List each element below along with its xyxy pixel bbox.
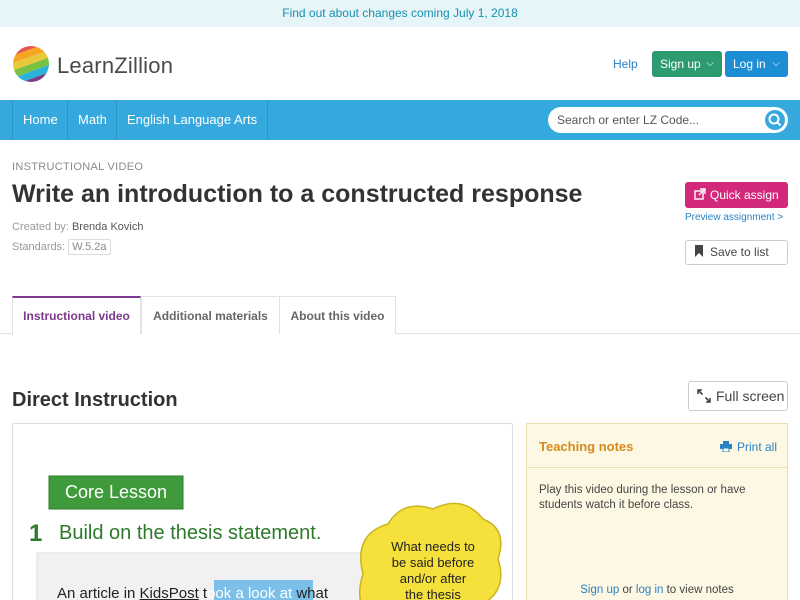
fullscreen-label: Full screen xyxy=(716,388,785,404)
teaching-notes-header: Teaching notes Print all xyxy=(527,424,787,468)
login-label: Log in xyxy=(733,57,766,71)
bookmark-icon xyxy=(695,245,703,257)
tab-additional-materials[interactable]: Additional materials xyxy=(141,296,280,334)
quick-assign-label: Quick assign xyxy=(710,188,779,202)
notes-signup-link[interactable]: Sign up xyxy=(580,584,619,596)
teaching-notes-footer: Sign up or log in to view notes xyxy=(527,584,787,596)
learnzillion-logo-icon[interactable] xyxy=(12,45,50,83)
announcement-bar[interactable]: Find out about changes coming July 1, 20… xyxy=(0,0,800,27)
author-name: Brenda Kovich xyxy=(71,221,144,233)
help-link[interactable]: Help xyxy=(613,57,638,71)
video-bubble-line-2: be said before xyxy=(392,555,474,570)
preview-assignment-link[interactable]: Preview assignment > xyxy=(685,212,783,223)
quick-assign-button[interactable]: Quick assign xyxy=(685,182,788,208)
standard-badge[interactable]: W.5.2a xyxy=(68,239,111,255)
content-type-label: INSTRUCTIONAL VIDEO xyxy=(12,161,144,173)
video-step-number: 1 xyxy=(29,520,42,547)
teaching-notes-panel: Teaching notes Print all Play this video… xyxy=(526,423,788,600)
video-badge-text: Core Lesson xyxy=(65,482,167,502)
content-tabs: Instructional video Additional materials… xyxy=(0,296,800,335)
signup-label: Sign up xyxy=(660,57,701,71)
standards: Standards: W.5.2a xyxy=(12,239,111,255)
nav-item-ela[interactable]: English Language Arts xyxy=(116,100,269,140)
created-by: Created by: Brenda Kovich xyxy=(12,221,143,233)
chevron-down-icon: ⌵ xyxy=(772,58,780,69)
expand-icon xyxy=(697,389,711,403)
page-title: Write an introduction to a constructed r… xyxy=(12,180,583,208)
search-input[interactable] xyxy=(557,107,757,133)
main-nav: Home Math English Language Arts xyxy=(0,100,800,140)
top-header: LearnZillion Help Sign up ⌵ Log in ⌵ xyxy=(0,27,800,100)
teaching-notes-title: Teaching notes xyxy=(539,439,634,454)
fullscreen-button[interactable]: Full screen xyxy=(688,381,788,411)
section-title: Direct Instruction xyxy=(12,389,178,411)
video-bubble-line-3: and/or after xyxy=(400,571,467,586)
teaching-notes-body: Play this video during the lesson or hav… xyxy=(539,484,746,511)
created-by-label: Created by: xyxy=(12,221,69,233)
video-bubble-line-4: the thesis xyxy=(405,587,461,600)
nav-item-home[interactable]: Home xyxy=(12,100,68,140)
print-all-label: Print all xyxy=(737,440,778,454)
printer-icon xyxy=(720,441,732,453)
login-button[interactable]: Log in ⌵ xyxy=(725,51,788,77)
video-article-text: An article in KidsPost took a look at wh… xyxy=(57,585,329,600)
video-bubble-line-1: What needs to xyxy=(391,539,475,554)
notes-or-text: or xyxy=(622,584,633,596)
standards-label: Standards: xyxy=(12,241,66,253)
save-to-list-button[interactable]: Save to list xyxy=(685,240,788,265)
video-player[interactable]: Core Lesson 1 Build on the thesis statem… xyxy=(12,423,513,600)
brand-name[interactable]: LearnZillion xyxy=(57,53,173,79)
notes-view-text: to view notes xyxy=(666,584,734,596)
tab-instructional-video[interactable]: Instructional video xyxy=(12,296,141,335)
search-box xyxy=(548,107,788,133)
nav-item-math[interactable]: Math xyxy=(67,100,117,140)
notes-login-link[interactable]: log in xyxy=(636,584,664,596)
search-icon xyxy=(768,113,782,127)
chevron-down-icon: ⌵ xyxy=(706,58,714,69)
tab-about-video[interactable]: About this video xyxy=(279,296,396,334)
video-frame: Core Lesson 1 Build on the thesis statem… xyxy=(13,424,512,600)
share-icon xyxy=(694,188,706,200)
announcement-text[interactable]: Find out about changes coming July 1, 20… xyxy=(282,6,518,20)
video-step-text: Build on the thesis statement. xyxy=(59,522,321,544)
signup-button[interactable]: Sign up ⌵ xyxy=(652,51,722,77)
search-button[interactable] xyxy=(765,110,785,130)
save-to-list-label: Save to list xyxy=(710,245,769,259)
print-all-button[interactable]: Print all xyxy=(720,440,777,454)
